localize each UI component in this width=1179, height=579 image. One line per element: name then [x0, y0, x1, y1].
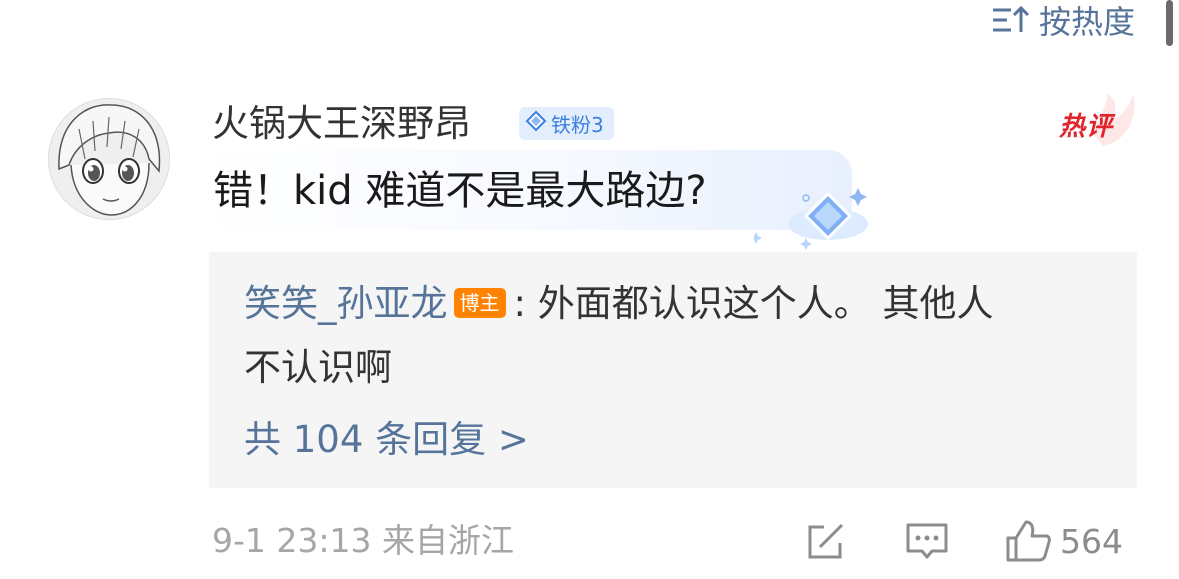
scrollbar[interactable]	[1166, 0, 1173, 46]
hot-comment-tag: 热评	[1053, 92, 1141, 148]
avatar[interactable]	[48, 98, 170, 220]
comment-text: 错！kid 难道不是最大路边?	[213, 168, 707, 214]
comment-button[interactable]	[904, 518, 950, 564]
reply-line: 笑笑_孙亚龙 博主: 外面都认识这个人。 其他人	[244, 278, 994, 330]
comment-username[interactable]: 火锅大王深野昂	[212, 102, 471, 146]
fan-badge-label: 铁粉3	[551, 113, 604, 137]
blogger-badge: 博主	[453, 288, 506, 318]
view-all-replies-link[interactable]: 共 104 条回复 >	[244, 414, 529, 466]
comment-icon	[904, 519, 950, 563]
share-icon	[804, 519, 848, 563]
avatar-image	[49, 99, 169, 219]
sort-icon	[991, 4, 1031, 36]
like-count: 564	[1060, 521, 1123, 561]
reply-text-line1: : 外面都认识这个人。 其他人	[513, 282, 994, 325]
reply-text-line2: 不认识啊	[244, 346, 392, 389]
sort-by-hot-button[interactable]: 按热度	[991, 0, 1135, 41]
diamond-icon	[525, 110, 547, 137]
sort-label: 按热度	[1038, 3, 1135, 41]
comment-time-location: 9-1 23:13 来自浙江	[212, 521, 514, 560]
share-button[interactable]	[804, 518, 848, 564]
like-button[interactable]: 564	[1004, 518, 1123, 564]
like-icon	[1004, 518, 1052, 564]
hot-tag-label: 热评	[1059, 112, 1114, 142]
reply-author[interactable]: 笑笑_孙亚龙	[244, 282, 448, 325]
fan-badge[interactable]: 铁粉3	[519, 107, 614, 140]
bubble-diamond-decoration-icon	[750, 180, 884, 250]
